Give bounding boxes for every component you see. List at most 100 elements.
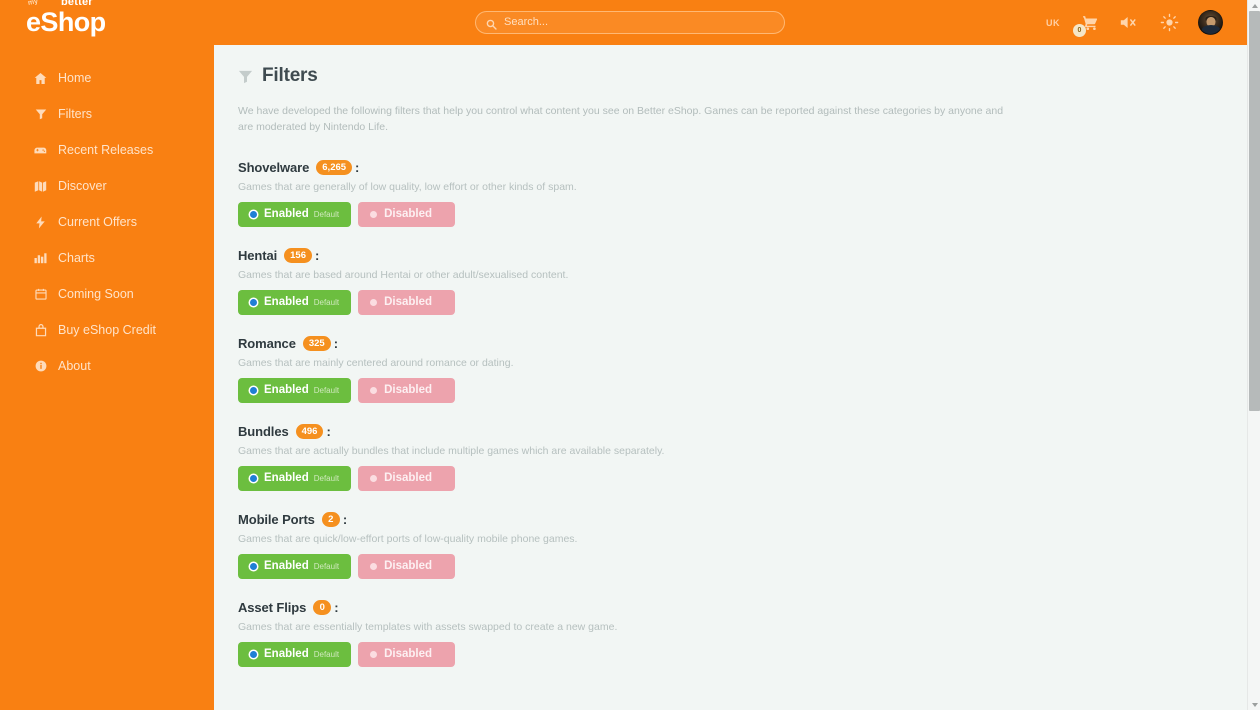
filter-header: Romance325: (238, 336, 1247, 351)
region-label[interactable]: UK (1046, 18, 1060, 28)
filter-count-badge: 325 (303, 336, 331, 351)
funnel-filter-icon (34, 108, 47, 121)
scroll-down-arrow[interactable] (1248, 699, 1260, 710)
filter-options: EnabledDefault Disabled (238, 202, 1247, 227)
filter-disabled-button[interactable]: Disabled (358, 642, 455, 667)
filter-enabled-button[interactable]: Enabled Default (238, 642, 351, 667)
filter-disabled-button[interactable]: Disabled (358, 378, 455, 403)
filter-description: Games that are actually bundles that inc… (238, 445, 1247, 457)
filter-enabled-button[interactable]: EnabledDefault (238, 202, 351, 227)
filter-block: Hentai156:Games that are based around He… (238, 248, 1247, 315)
search-icon (486, 17, 497, 28)
sidebar-item-label: Discover (58, 179, 107, 193)
scrollbar-thumb[interactable] (1249, 11, 1260, 411)
sidebar-item-buy-eshop-credit[interactable]: Buy eShop Credit (0, 312, 214, 348)
disabled-label: Disabled (384, 472, 432, 484)
sidebar-item-label: Charts (58, 251, 95, 265)
sidebar-item-home[interactable]: Home (0, 60, 214, 96)
radio-selected-icon (250, 651, 257, 658)
sidebar-item-recent-releases[interactable]: Recent Releases (0, 132, 214, 168)
filter-colon: : (334, 336, 338, 351)
filter-enabled-button[interactable]: EnabledDefault (238, 290, 351, 315)
logo-eshop-text: eShop (26, 7, 106, 37)
brand-logo[interactable]: my better eShop (0, 0, 214, 45)
filter-options: Enabled Default Disabled (238, 642, 1247, 667)
filter-list: Shovelware 6,265: Games that are generally… (238, 160, 1247, 667)
scroll-up-arrow[interactable] (1248, 0, 1260, 11)
radio-unselected-icon (370, 651, 377, 658)
filter-enabled-button[interactable]: EnabledDefault (238, 554, 351, 579)
filter-enabled-button[interactable]: Enabled Default (238, 466, 351, 491)
enabled-default-label: Default (314, 650, 339, 659)
filter-header: Asset Flips0: (238, 600, 1247, 615)
radio-unselected-icon (370, 563, 377, 570)
enabled-default-label: Default (314, 562, 339, 571)
sidebar-item-charts[interactable]: Charts (0, 240, 214, 276)
filter-count-badge: 2 (322, 512, 340, 527)
page-description: We have developed the following filters … (238, 103, 1008, 136)
disabled-label: Disabled (384, 560, 432, 572)
filter-header: Mobile Ports 2: (238, 512, 1247, 527)
filter-header: Bundles496: (238, 424, 1247, 439)
sidebar-item-label: Buy eShop Credit (58, 323, 156, 337)
enabled-default-label: Default (314, 210, 339, 219)
bar-chart-icon (34, 252, 47, 265)
filter-options: EnabledDefault Disabled (238, 554, 1247, 579)
filter-disabled-button[interactable]: Disabled (358, 554, 455, 579)
filter-enabled-button[interactable]: Enabled Default (238, 378, 351, 403)
radio-selected-icon (250, 563, 257, 570)
sidebar-item-filters[interactable]: Filters (0, 96, 214, 132)
sidebar-item-label: Home (58, 71, 91, 85)
filter-name: Shovelware (238, 160, 309, 175)
info-circle-icon (34, 360, 47, 373)
radio-unselected-icon (370, 211, 377, 218)
enabled-label: Enabled (264, 472, 309, 484)
radio-unselected-icon (370, 475, 377, 482)
page-title-text: Filters (262, 65, 318, 87)
filter-name: Hentai (238, 248, 277, 263)
logo-my-text: my (27, 0, 38, 7)
sidebar-item-label: About (58, 359, 91, 373)
filter-colon: : (315, 248, 319, 263)
filter-block: Romance325:Games that are mainly centere… (238, 336, 1247, 403)
search-input[interactable]: Search... (475, 11, 785, 34)
search-zone: Search... (214, 11, 1046, 34)
sidebar-item-coming-soon[interactable]: Coming Soon (0, 276, 214, 312)
logo-better-text: better (61, 0, 93, 8)
filter-colon: : (326, 424, 330, 439)
enabled-label: Enabled (264, 648, 309, 660)
filter-colon: : (343, 512, 347, 527)
filter-description: Games that are quick/low-effort ports of… (238, 533, 1247, 545)
filter-header: Hentai 156: (238, 248, 1247, 263)
enabled-default-label: Default (314, 474, 339, 483)
filter-disabled-button[interactable]: Disabled (358, 290, 455, 315)
enabled-default-label: Default (314, 298, 339, 307)
sidebar-item-about[interactable]: About (0, 348, 214, 384)
radio-selected-icon (250, 387, 257, 394)
sidebar-item-discover[interactable]: Discover (0, 168, 214, 204)
page-scrollbar[interactable] (1247, 0, 1260, 710)
enabled-default-label: Default (314, 386, 339, 395)
filter-block: Mobile Ports 2: Games that are quick/low-e… (238, 512, 1247, 579)
shopping-bag-icon (34, 324, 47, 337)
bolt-icon (34, 216, 47, 229)
filter-disabled-button[interactable]: Disabled (358, 466, 455, 491)
gamepad-icon (34, 144, 47, 157)
filter-name: Asset Flips (238, 600, 306, 615)
filter-name: Mobile Ports (238, 512, 315, 527)
sidebar-item-label: Current Offers (58, 215, 137, 229)
home-icon (34, 72, 47, 85)
user-avatar[interactable] (1198, 10, 1223, 35)
shopping-cart-icon[interactable]: 0 (1078, 12, 1100, 34)
sidebar-item-current-offers[interactable]: Current Offers (0, 204, 214, 240)
sidebar-item-label: Filters (58, 107, 92, 121)
logo-text-group: my better eShop (26, 9, 106, 36)
filter-count-badge: 156 (284, 248, 312, 263)
speaker-muted-icon[interactable] (1118, 12, 1140, 34)
enabled-label: Enabled (264, 384, 309, 396)
sidebar-nav: Home Filters Recent Releases (0, 45, 214, 710)
sun-brightness-icon[interactable] (1158, 12, 1180, 34)
filter-disabled-button[interactable]: Disabled (358, 202, 455, 227)
filter-count-badge: 6,265 (316, 160, 352, 175)
filter-description: Games that are generally of low quality,… (238, 181, 1247, 193)
